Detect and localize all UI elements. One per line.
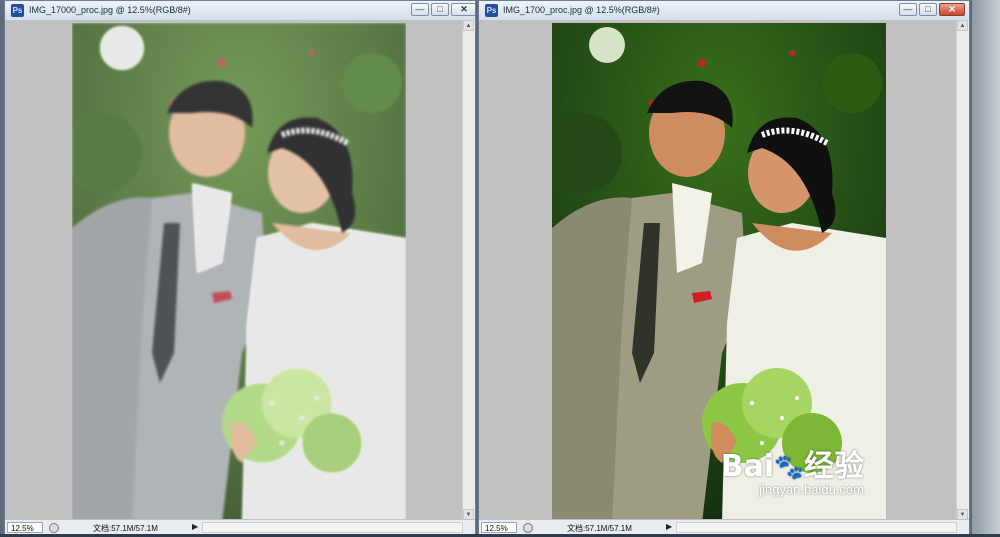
canvas-area[interactable]: Bai🐾经验 jingyan.baidu.com: [479, 20, 957, 520]
titlebar[interactable]: Ps IMG_1700_proc.jpg @ 12.5%(RGB/8#) — □…: [479, 1, 969, 21]
document-window-left[interactable]: Ps IMG_17000_proc.jpg @ 12.5%(RGB/8#) — …: [4, 0, 476, 537]
wedding-photo-processed: Bai🐾经验 jingyan.baidu.com: [552, 23, 886, 520]
background-strip: [972, 0, 1000, 537]
photoshop-icon: Ps: [485, 4, 498, 17]
zoom-field[interactable]: 12.5%: [481, 522, 517, 533]
scroll-up-icon[interactable]: ▲: [957, 20, 968, 31]
window-title: IMG_17000_proc.jpg @ 12.5%(RGB/8#): [29, 5, 191, 15]
horizontal-scrollbar[interactable]: [202, 522, 463, 533]
vertical-scrollbar[interactable]: ▲ ▼: [462, 20, 475, 520]
document-info: 文档:57.1M/57.1M: [567, 524, 632, 533]
scroll-up-icon[interactable]: ▲: [463, 20, 474, 31]
canvas-area[interactable]: [5, 20, 463, 520]
maximize-button[interactable]: □: [431, 3, 449, 16]
watermark-url: jingyan.baidu.com: [759, 482, 864, 497]
minimize-button[interactable]: —: [411, 3, 429, 16]
minimize-button[interactable]: —: [899, 3, 917, 16]
status-menu-arrow-icon[interactable]: ▶: [666, 522, 672, 531]
window-title: IMG_1700_proc.jpg @ 12.5%(RGB/8#): [503, 5, 660, 15]
baidu-watermark: Bai🐾经验 jingyan.baidu.com: [720, 448, 864, 499]
wedding-photo-original: [72, 23, 406, 520]
watermark-logo: Bai🐾经验: [720, 448, 864, 484]
titlebar[interactable]: Ps IMG_17000_proc.jpg @ 12.5%(RGB/8#) — …: [5, 1, 475, 21]
photo-image: [552, 23, 886, 520]
photo-image: [72, 23, 406, 520]
horizontal-scrollbar[interactable]: [676, 522, 957, 533]
document-info: 文档:57.1M/57.1M: [93, 524, 158, 533]
zoom-field[interactable]: 12.5%: [7, 522, 43, 533]
status-icon[interactable]: [523, 523, 533, 533]
close-button[interactable]: ✕: [939, 3, 965, 16]
vertical-scrollbar[interactable]: ▲ ▼: [956, 20, 969, 520]
status-menu-arrow-icon[interactable]: ▶: [192, 522, 198, 531]
maximize-button[interactable]: □: [919, 3, 937, 16]
paw-icon: 🐾: [774, 453, 804, 481]
document-window-right[interactable]: Ps IMG_1700_proc.jpg @ 12.5%(RGB/8#) — □…: [478, 0, 970, 537]
status-icon[interactable]: [49, 523, 59, 533]
photoshop-icon: Ps: [11, 4, 24, 17]
close-button[interactable]: ✕: [451, 3, 475, 16]
